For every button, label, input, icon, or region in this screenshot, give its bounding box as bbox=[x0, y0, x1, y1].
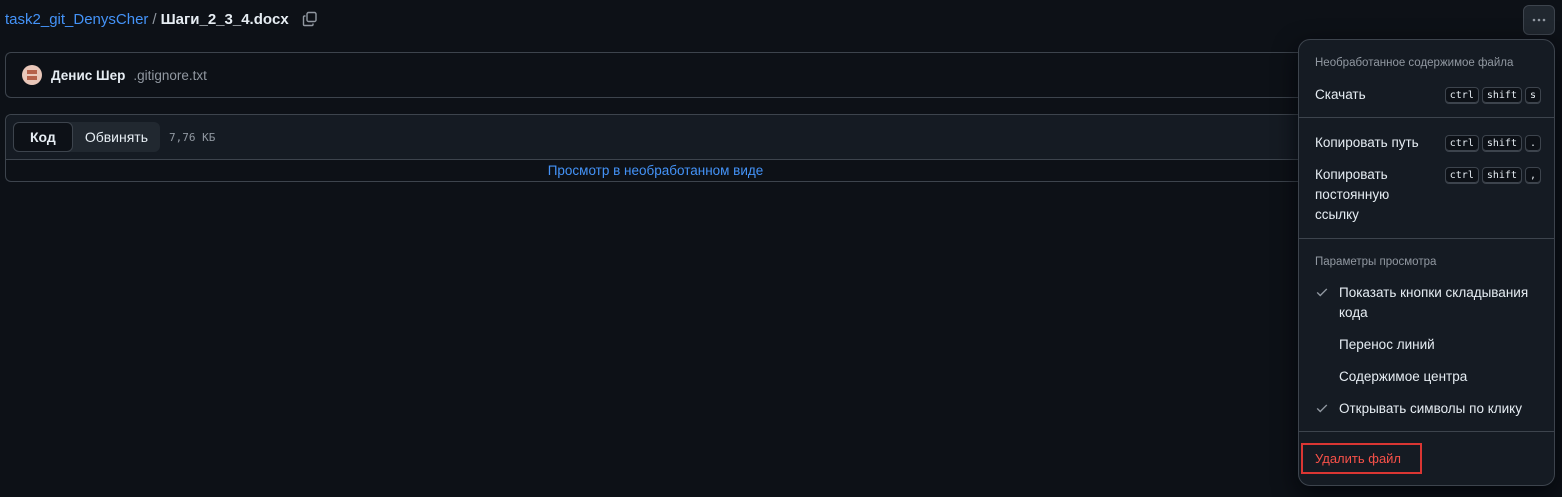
kbd-key: , bbox=[1524, 167, 1541, 184]
avatar[interactable] bbox=[22, 65, 42, 85]
menu-item-copy-permalink[interactable]: Копировать постоянную ссылку ctrl shift … bbox=[1315, 165, 1541, 225]
menu-divider bbox=[1299, 238, 1554, 239]
commit-author[interactable]: Денис Шер bbox=[51, 68, 125, 83]
option-symbols-on-click[interactable]: Открывать символы по клику bbox=[1315, 399, 1541, 419]
latest-commit-bar: Денис Шер .gitignore.txt bbox=[5, 52, 1305, 98]
menu-divider bbox=[1299, 431, 1554, 432]
menu-item-download[interactable]: Скачать ctrl shift s bbox=[1315, 85, 1541, 105]
option-symbols-on-click-label: Открывать символы по клику bbox=[1339, 401, 1522, 416]
copy-path-shortcut: ctrl shift . bbox=[1444, 135, 1541, 152]
breadcrumb-repo-link[interactable]: task2_git_DenysCher bbox=[5, 11, 148, 28]
delete-file-button[interactable]: Удалить файл bbox=[1301, 443, 1422, 474]
option-wrap-lines[interactable]: Перенос линий bbox=[1315, 335, 1541, 355]
copy-icon bbox=[302, 11, 317, 27]
option-center-content[interactable]: Содержимое центра bbox=[1315, 367, 1541, 387]
view-raw-link[interactable]: Просмотр в необработанном виде bbox=[6, 160, 1305, 182]
copy-permalink-shortcut: ctrl shift , bbox=[1444, 167, 1541, 184]
tab-blame[interactable]: Обвинять bbox=[73, 122, 160, 152]
kbd-key: . bbox=[1524, 135, 1541, 152]
menu-item-copy-path[interactable]: Копировать путь ctrl shift . bbox=[1315, 133, 1541, 153]
option-center-content-label: Содержимое центра bbox=[1339, 369, 1468, 384]
breadcrumb-file-name: Шаги_2_3_4.docx bbox=[160, 10, 289, 28]
view-mode-toggle: Код Обвинять bbox=[13, 122, 160, 152]
kbd-key: s bbox=[1524, 87, 1541, 104]
kbd-key: shift bbox=[1481, 167, 1522, 184]
more-options-menu: Необработанное содержимое файла Скачать … bbox=[1298, 39, 1555, 486]
option-code-folding-label: Показать кнопки складывания кода bbox=[1339, 285, 1529, 320]
tab-code[interactable]: Код bbox=[13, 122, 73, 152]
menu-divider bbox=[1299, 117, 1554, 118]
kebab-horizontal-icon bbox=[1532, 18, 1546, 22]
breadcrumb: task2_git_DenysCher / Шаги_2_3_4.docx bbox=[5, 8, 319, 30]
breadcrumb-separator: / bbox=[152, 10, 157, 28]
menu-group-view-title: Параметры просмотра bbox=[1315, 256, 1437, 268]
check-icon bbox=[1316, 288, 1328, 297]
file-header: Код Обвинять 7,76 КБ bbox=[6, 115, 1305, 160]
kbd-key: shift bbox=[1481, 87, 1522, 104]
option-wrap-lines-label: Перенос линий bbox=[1339, 337, 1435, 352]
kbd-key: ctrl bbox=[1444, 87, 1479, 104]
commit-message[interactable]: .gitignore.txt bbox=[133, 68, 207, 83]
file-page: task2_git_DenysCher / Шаги_2_3_4.docx Де… bbox=[0, 0, 1562, 497]
menu-group-raw-title: Необработанное содержимое файла bbox=[1315, 57, 1514, 69]
kbd-key: shift bbox=[1481, 135, 1522, 152]
menu-item-download-label: Скачать bbox=[1315, 87, 1366, 102]
file-size: 7,76 КБ bbox=[169, 130, 216, 144]
file-viewer: Код Обвинять 7,76 КБ Просмотр в необрабо… bbox=[5, 114, 1305, 182]
download-shortcut: ctrl shift s bbox=[1444, 87, 1541, 104]
option-code-folding[interactable]: Показать кнопки складывания кода bbox=[1315, 283, 1541, 323]
more-options-button[interactable] bbox=[1523, 5, 1555, 35]
copy-path-button[interactable] bbox=[301, 10, 319, 28]
kbd-key: ctrl bbox=[1444, 167, 1479, 184]
kbd-key: ctrl bbox=[1444, 135, 1479, 152]
menu-item-copy-path-label: Копировать путь bbox=[1315, 135, 1419, 150]
menu-item-copy-permalink-label: Копировать постоянную ссылку bbox=[1315, 167, 1390, 222]
check-icon bbox=[1316, 404, 1328, 413]
